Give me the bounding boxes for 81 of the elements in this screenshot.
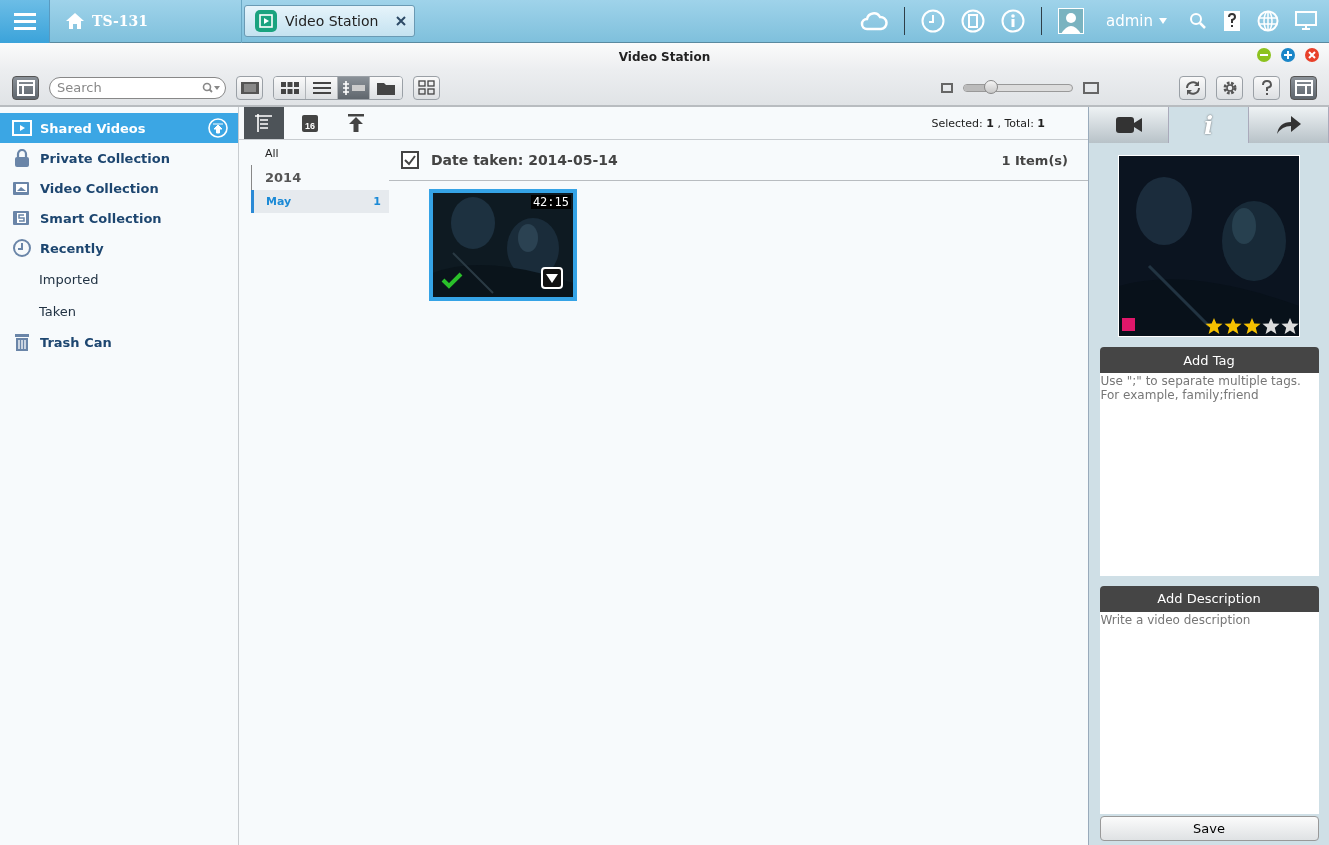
timeline-tab[interactable] bbox=[244, 107, 284, 139]
trash-icon bbox=[12, 333, 32, 351]
description-field[interactable]: Write a video description bbox=[1099, 611, 1319, 815]
search-field[interactable]: Search bbox=[49, 76, 226, 99]
sidebar-item[interactable]: Smart Collection bbox=[0, 203, 238, 233]
host-name: TS-131 bbox=[92, 13, 149, 29]
folder-view-button[interactable] bbox=[370, 76, 402, 99]
window-title: Video Station bbox=[618, 49, 711, 64]
smart-icon bbox=[12, 209, 32, 227]
list-view-button[interactable] bbox=[306, 76, 338, 99]
sidebar-item[interactable]: Trash Can bbox=[0, 327, 238, 357]
search-icon[interactable] bbox=[202, 81, 220, 94]
app-tab[interactable]: Video Station bbox=[244, 5, 416, 37]
star-icon[interactable] bbox=[1205, 317, 1223, 335]
multi-select-button[interactable] bbox=[413, 75, 440, 100]
close-button[interactable] bbox=[1305, 48, 1319, 62]
recent-icon bbox=[12, 239, 32, 257]
help-button[interactable] bbox=[1253, 75, 1280, 100]
close-icon[interactable] bbox=[396, 16, 407, 26]
camera-icon bbox=[1115, 116, 1142, 134]
sidebar-item[interactable]: Recently bbox=[0, 233, 238, 263]
maximize-button[interactable] bbox=[1281, 48, 1295, 62]
save-button[interactable]: Save bbox=[1099, 816, 1319, 841]
color-label[interactable] bbox=[1122, 318, 1135, 331]
help-book-icon[interactable] bbox=[1223, 10, 1241, 32]
timeline-icon bbox=[254, 114, 274, 132]
duration-label: 42:15 bbox=[530, 195, 571, 209]
shared-icon bbox=[12, 119, 32, 137]
screen-icon bbox=[239, 80, 260, 95]
group-title: Date taken: 2014-05-14 bbox=[431, 152, 618, 168]
star-icon[interactable] bbox=[1262, 317, 1280, 335]
upload-icon bbox=[348, 114, 364, 132]
description-header: Add Description bbox=[1099, 585, 1319, 612]
list-icon bbox=[312, 81, 331, 94]
refresh-button[interactable] bbox=[1179, 75, 1206, 100]
share-tab[interactable] bbox=[1249, 107, 1329, 143]
selection-status: Selected: 1 , Total: 1 bbox=[931, 116, 1045, 130]
private-icon bbox=[12, 149, 32, 167]
info-panel-toggle[interactable] bbox=[1290, 75, 1317, 100]
refresh-icon bbox=[1184, 79, 1201, 96]
sidebar-item[interactable]: Private Collection bbox=[0, 143, 238, 173]
calendar-tab[interactable]: 16 bbox=[290, 107, 330, 139]
size-slider[interactable] bbox=[963, 83, 1073, 92]
slideshow-button[interactable] bbox=[236, 75, 263, 100]
question-icon bbox=[1260, 79, 1273, 96]
menu-button[interactable] bbox=[0, 0, 50, 43]
star-icon[interactable] bbox=[1224, 317, 1242, 335]
sidebar-item[interactable]: Video Collection bbox=[0, 173, 238, 203]
upload-icon[interactable] bbox=[208, 118, 228, 138]
play-app-icon bbox=[255, 10, 277, 32]
video-tab[interactable] bbox=[1089, 107, 1169, 143]
menu-icon bbox=[13, 12, 36, 30]
star-icon[interactable] bbox=[1281, 317, 1299, 335]
small-size-icon bbox=[941, 82, 953, 93]
sidebar-subitem[interactable]: Taken bbox=[0, 295, 238, 327]
dropdown-icon[interactable] bbox=[541, 267, 563, 289]
collection-icon bbox=[12, 179, 32, 197]
grid-view-button[interactable] bbox=[274, 76, 306, 99]
timeline-view-button[interactable] bbox=[338, 76, 370, 99]
item-count: 1 Item(s) bbox=[1001, 152, 1068, 168]
layout-icon bbox=[16, 79, 35, 96]
settings-button[interactable] bbox=[1216, 75, 1243, 100]
sidebar-subitem[interactable]: Imported bbox=[0, 263, 238, 295]
layout-icon bbox=[1294, 79, 1313, 96]
folder-icon bbox=[377, 80, 395, 95]
star-icon[interactable] bbox=[1243, 317, 1261, 335]
grid-icon bbox=[280, 81, 299, 94]
share-icon bbox=[1276, 116, 1301, 134]
sidebar-toggle-button[interactable] bbox=[12, 75, 39, 100]
check-icon bbox=[441, 271, 463, 289]
star-rating[interactable] bbox=[1205, 317, 1299, 335]
squares-icon bbox=[417, 79, 436, 96]
tag-header: Add Tag bbox=[1099, 347, 1319, 373]
tag-field[interactable]: Use ";" to separate multiple tags. For example, family;friend bbox=[1099, 373, 1319, 576]
group-checkbox[interactable] bbox=[401, 151, 419, 169]
gear-icon bbox=[1221, 79, 1238, 96]
large-size-icon bbox=[1083, 81, 1099, 94]
all-filter[interactable]: All bbox=[239, 144, 389, 165]
timeline-icon bbox=[341, 80, 366, 95]
video-thumbnail[interactable]: 42:15 bbox=[429, 189, 577, 301]
caret-icon bbox=[1159, 18, 1167, 24]
